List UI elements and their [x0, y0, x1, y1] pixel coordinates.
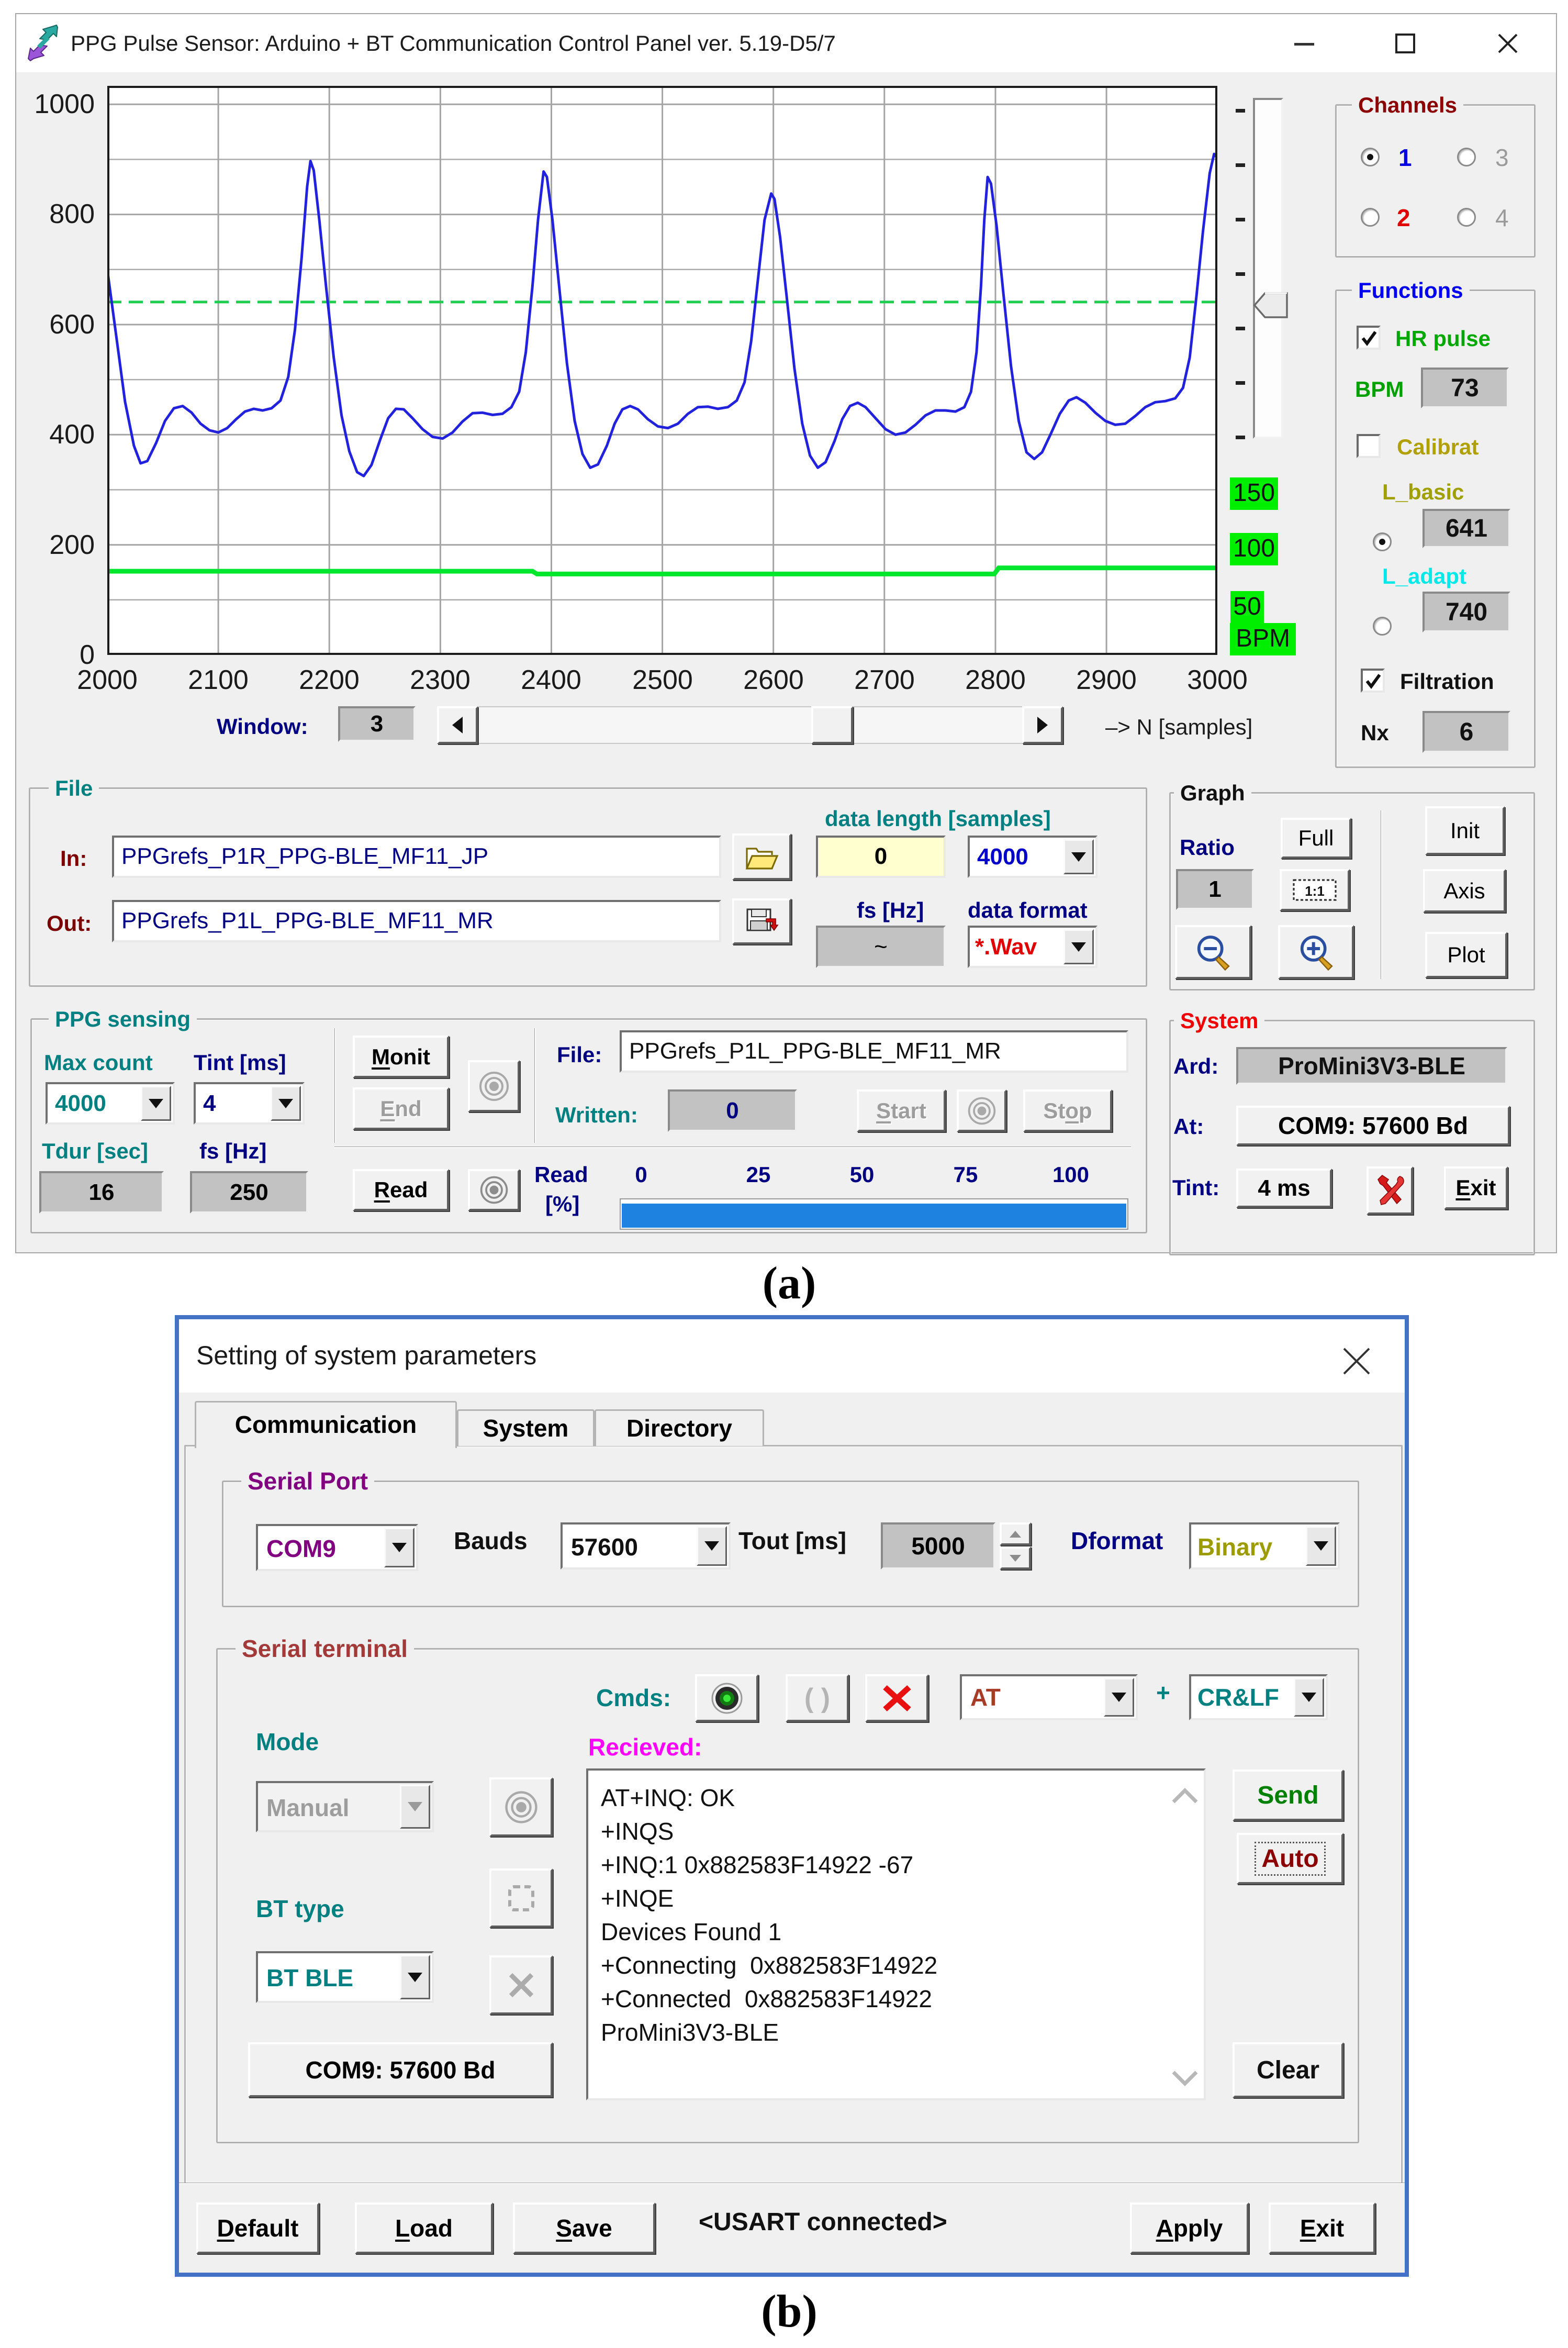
- svg-text:1:1: 1:1: [1305, 883, 1325, 899]
